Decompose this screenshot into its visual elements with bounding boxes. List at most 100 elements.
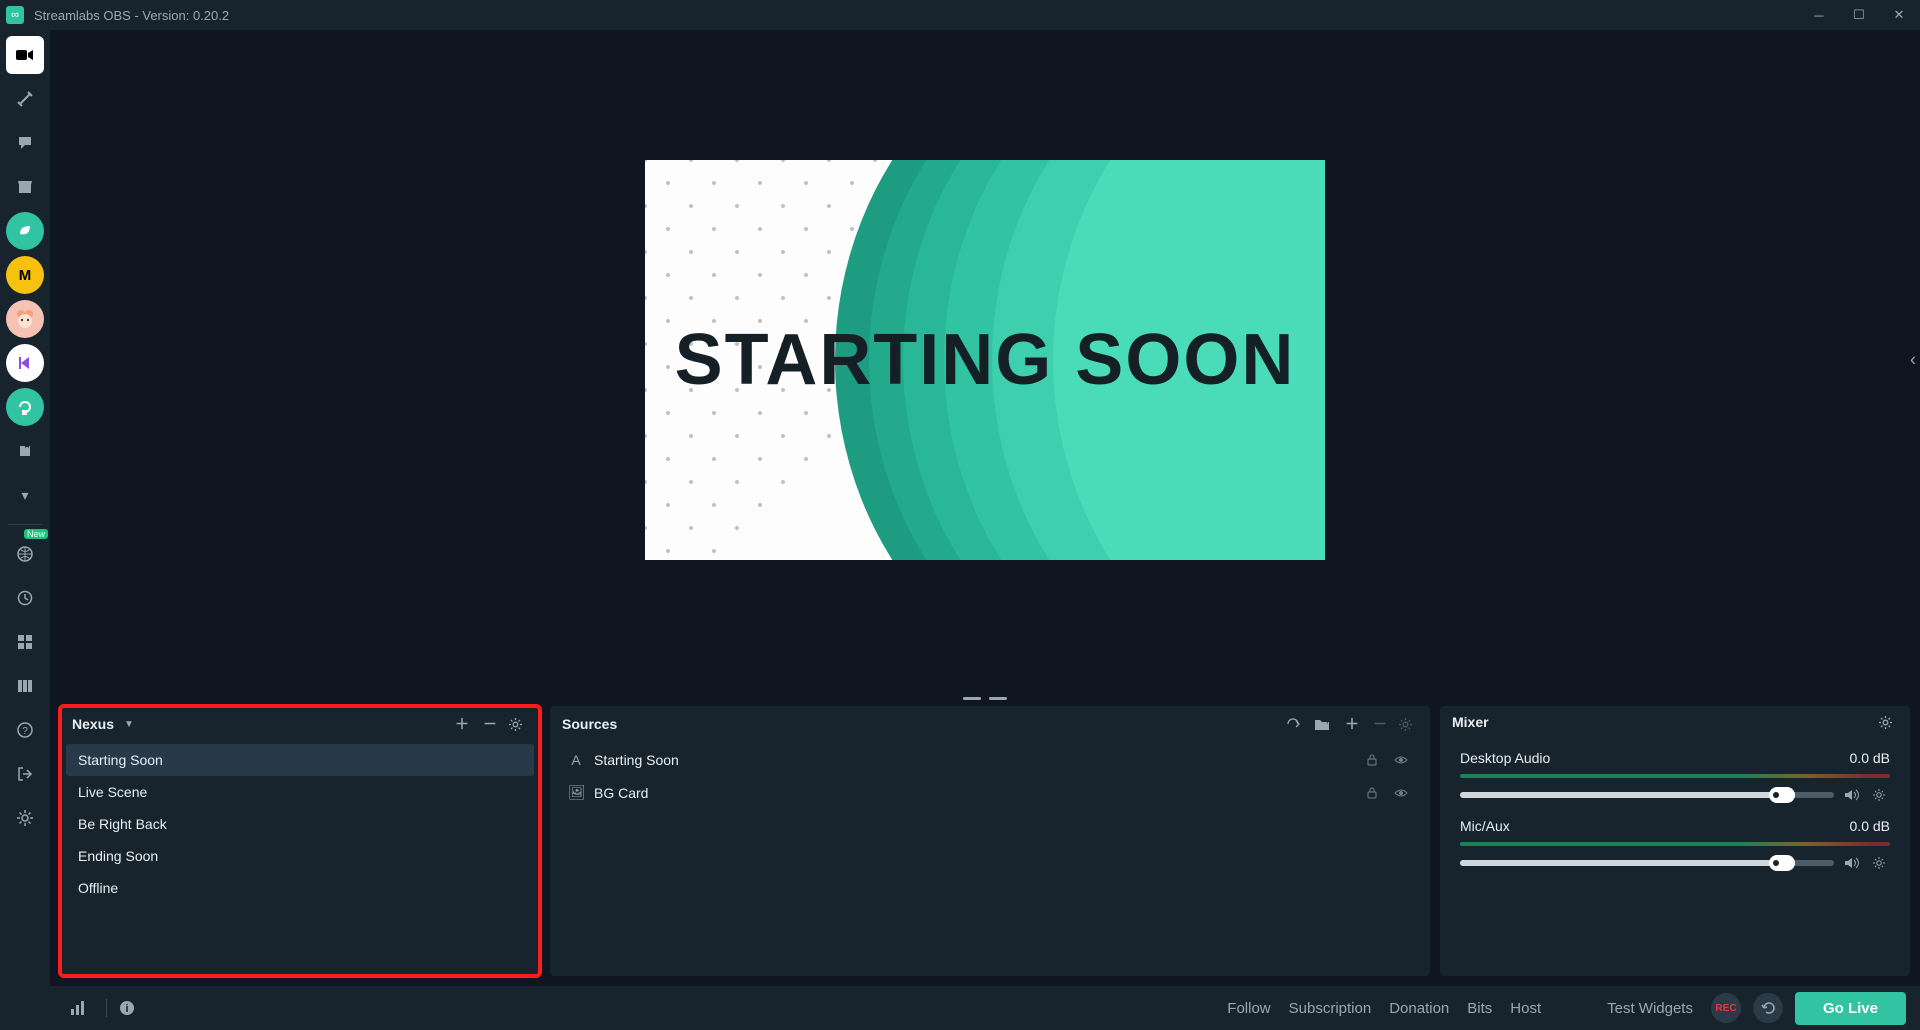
scene-item[interactable]: Starting Soon [66,744,534,776]
nav-columns[interactable] [6,667,44,705]
gear-icon [1872,856,1886,870]
scene-label: Live Scene [78,784,147,800]
bars-icon [70,1000,86,1016]
maximize-button[interactable]: ☐ [1844,7,1874,23]
nav-help[interactable]: ? [6,711,44,749]
mute-button[interactable] [1844,788,1862,802]
main-area: STARTING SOON ‹ Nexus ▼ ＋ [50,30,1920,986]
source-visibility-button[interactable] [1394,754,1412,766]
scene-item[interactable]: Live Scene [66,776,534,808]
volume-slider[interactable] [1460,792,1834,798]
svg-text:?: ? [22,726,28,737]
app-plugin-4[interactable] [6,388,44,426]
scene-label: Be Right Back [78,816,167,832]
app-plugin-2[interactable] [6,300,44,338]
nav-logout[interactable] [6,755,44,793]
gear-icon [16,809,34,827]
go-live-button[interactable]: Go Live [1795,992,1906,1025]
record-button[interactable]: REC [1711,993,1741,1023]
track-settings-button[interactable] [1872,856,1890,870]
gear-icon [1878,715,1893,730]
svg-text:+: + [1325,717,1330,726]
add-folder-button[interactable]: + [1314,717,1334,731]
event-donation-button[interactable]: Donation [1383,996,1455,1021]
info-button[interactable]: i [119,1000,143,1016]
track-db: 0.0 dB [1850,750,1890,766]
nav-grid[interactable] [6,623,44,661]
nav-recent[interactable] [6,579,44,617]
scene-item[interactable]: Offline [66,872,534,904]
chat-bubble-icon [17,135,33,151]
nav-themes[interactable] [6,80,44,118]
source-item[interactable]: AStarting Soon [556,744,1424,776]
app-streamlabs[interactable] [6,212,44,250]
sources-list: AStarting Soon🖼BG Card [550,742,1430,976]
scene-item[interactable]: Be Right Back [66,808,534,840]
event-subscription-button[interactable]: Subscription [1283,996,1378,1021]
mixer-title: Mixer [1452,714,1489,730]
source-settings-button[interactable] [1398,717,1418,732]
camera-icon [16,48,34,62]
audio-meter [1460,774,1890,778]
event-host-button[interactable]: Host [1504,996,1547,1021]
clock-icon [17,590,33,606]
scenes-collection-name[interactable]: Nexus [72,716,114,732]
app-plugin-3[interactable] [6,344,44,382]
track-settings-button[interactable] [1872,788,1890,802]
event-bits-button[interactable]: Bits [1461,996,1498,1021]
app-plugin-1[interactable]: M [6,256,44,294]
mixer-header: Mixer [1440,706,1910,738]
panel-resize-handle[interactable] [50,690,1920,706]
source-transition-button[interactable] [1286,717,1306,731]
mute-button[interactable] [1844,856,1862,870]
minimize-button[interactable]: ─ [1804,8,1834,23]
remove-scene-button[interactable]: － [480,714,500,734]
preview-canvas: STARTING SOON [645,160,1325,560]
mixer-settings-button[interactable] [1878,715,1898,730]
source-lock-button[interactable] [1366,754,1384,766]
replay-buffer-button[interactable] [1753,993,1783,1023]
skip-back-icon [17,355,33,371]
close-button[interactable]: ✕ [1884,7,1914,23]
nav-expand-down[interactable]: ▾ [6,476,44,514]
source-label: BG Card [594,785,648,801]
event-follow-button[interactable]: Follow [1221,996,1276,1021]
sources-title: Sources [562,716,617,732]
nav-globe[interactable]: New [6,535,44,573]
nav-store[interactable] [6,168,44,206]
speaker-icon [1844,856,1860,870]
gear-icon [1398,717,1413,732]
remove-source-button[interactable]: － [1370,714,1390,734]
title-bar: ∞ Streamlabs OBS - Version: 0.20.2 ─ ☐ ✕ [0,0,1920,30]
rec-label: REC [1715,1003,1736,1014]
window-title: Streamlabs OBS - Version: 0.20.2 [34,8,229,23]
track-db: 0.0 dB [1850,818,1890,834]
nav-settings[interactable] [6,799,44,837]
folder-plus-icon: + [1314,717,1330,731]
scene-label: Starting Soon [78,752,163,768]
scene-settings-button[interactable] [508,717,528,732]
chevron-down-icon: ▾ [21,487,28,504]
svg-text:i: i [125,1003,128,1015]
source-visibility-button[interactable] [1394,787,1412,799]
source-item[interactable]: 🖼BG Card [556,776,1424,809]
source-lock-button[interactable] [1366,787,1384,799]
preview-area[interactable]: STARTING SOON ‹ [50,30,1920,690]
add-scene-button[interactable]: ＋ [452,714,472,734]
sources-header: Sources + ＋ － [550,706,1430,742]
volume-slider[interactable] [1460,860,1834,866]
nav-apps[interactable] [6,432,44,470]
nav-chat[interactable] [6,124,44,162]
mascot-icon [14,308,36,330]
eye-icon [1394,754,1408,766]
store-icon [17,179,33,195]
stats-button[interactable] [70,1000,94,1016]
chevron-down-icon[interactable]: ▼ [124,719,134,730]
test-widgets-button[interactable]: Test Widgets [1601,996,1699,1021]
scene-item[interactable]: Ending Soon [66,840,534,872]
left-sidebar: M ▾ New ? [0,30,50,986]
columns-icon [17,678,33,694]
expand-right-button[interactable]: ‹ [1910,350,1916,371]
nav-editor[interactable] [6,36,44,74]
add-source-button[interactable]: ＋ [1342,714,1362,734]
